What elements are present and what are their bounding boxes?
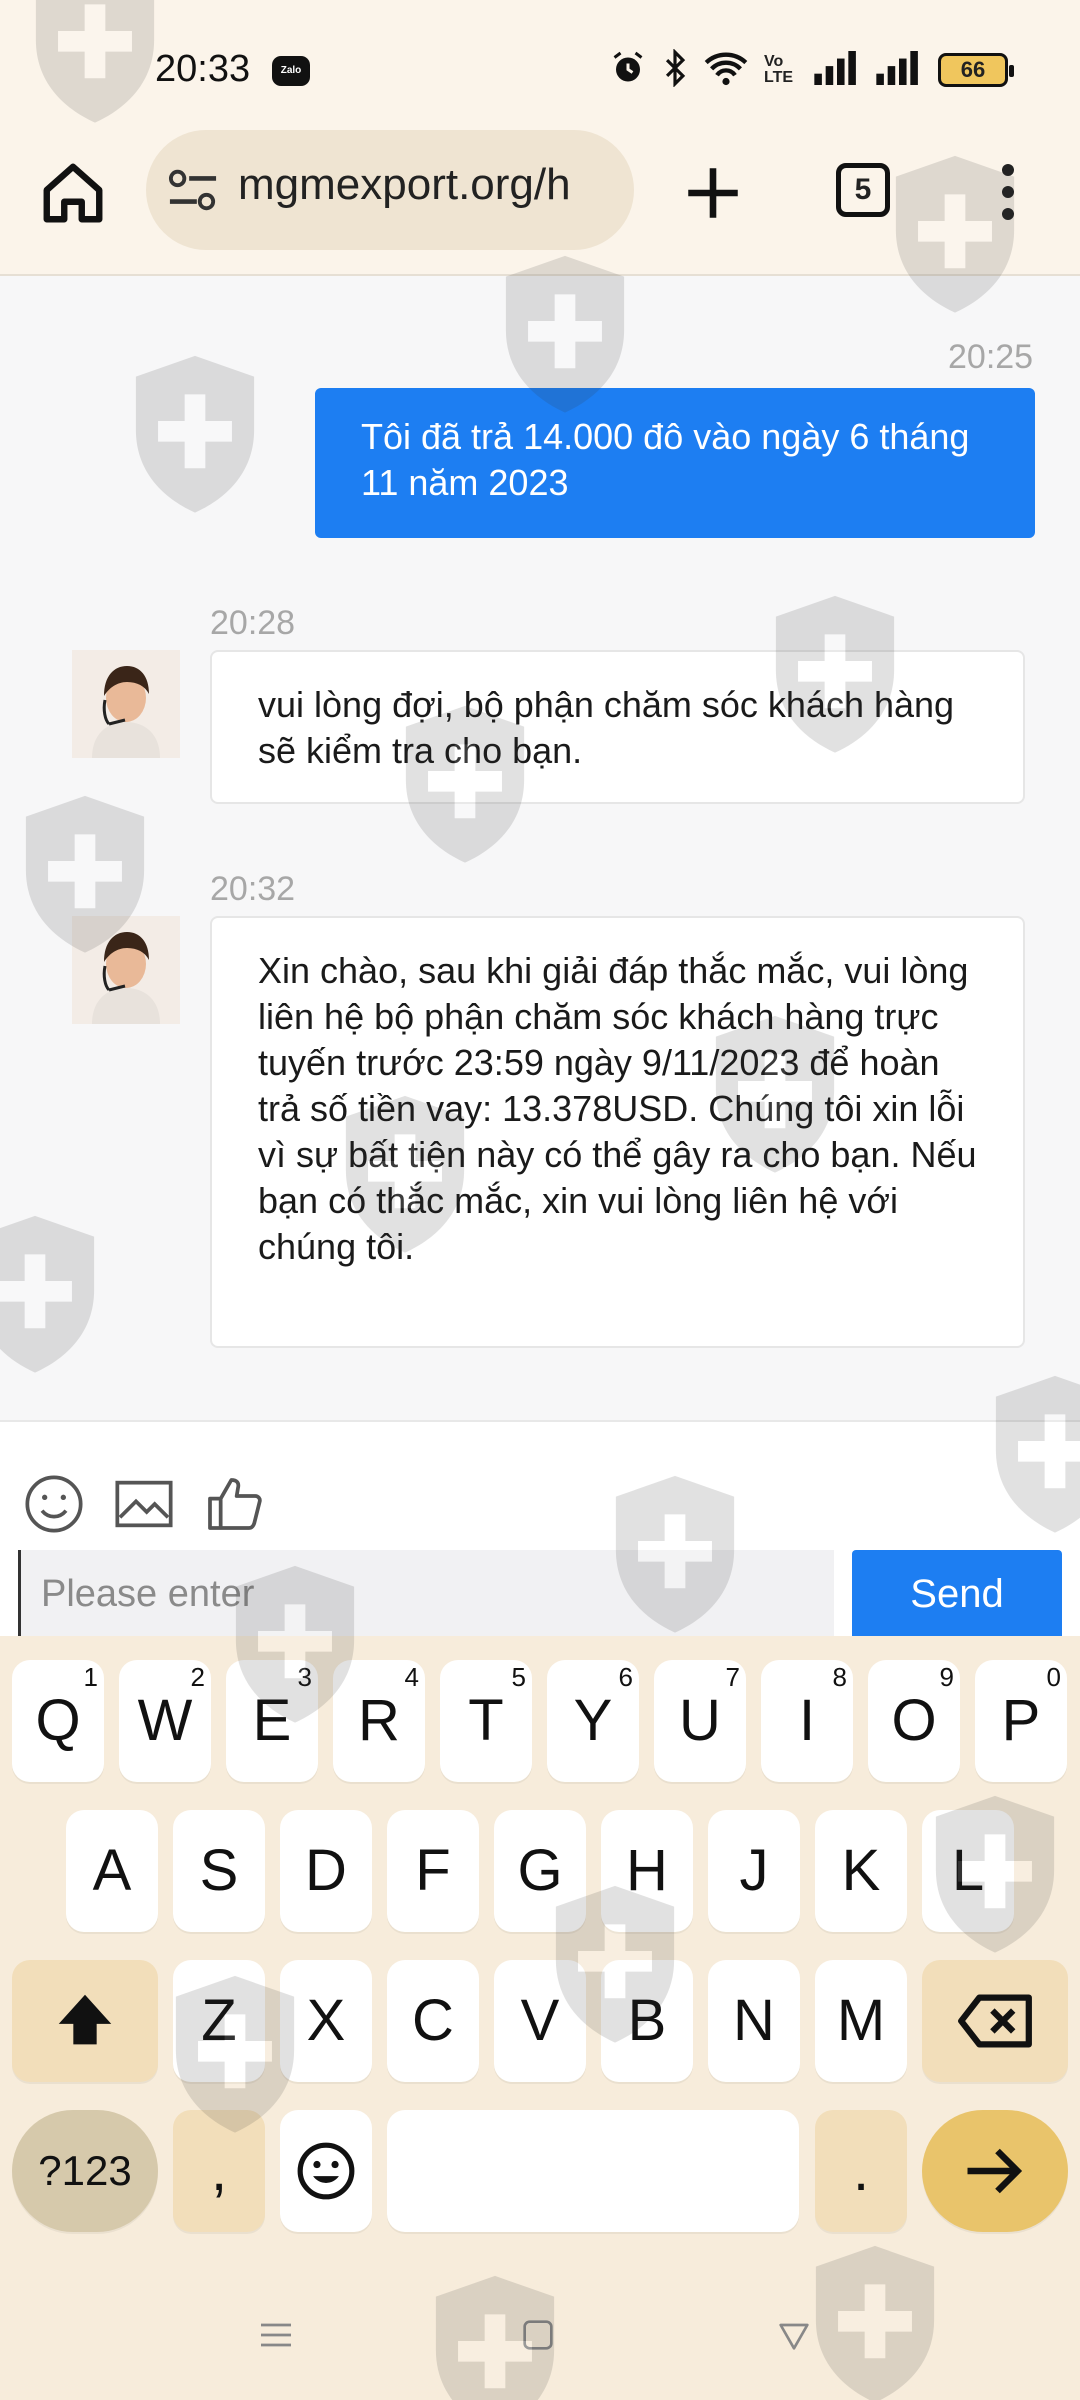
- key-d[interactable]: D: [280, 1810, 372, 1932]
- incoming-message: Xin chào, sau khi giải đáp thắc mắc, vui…: [210, 916, 1025, 1348]
- key-f[interactable]: F: [387, 1810, 479, 1932]
- site-settings-icon[interactable]: [168, 168, 218, 212]
- wifi-icon: [704, 50, 748, 91]
- key-r[interactable]: R4: [333, 1660, 425, 1782]
- thumbs-up-icon[interactable]: [202, 1472, 266, 1536]
- battery-icon: 66: [938, 53, 1014, 87]
- key-g[interactable]: G: [494, 1810, 586, 1932]
- agent-avatar: [72, 916, 180, 1024]
- key-n[interactable]: N: [708, 1960, 800, 2082]
- space-key[interactable]: [387, 2110, 799, 2232]
- message-time: 20:25: [948, 338, 1034, 376]
- incoming-message: vui lòng đợi, bộ phận chăm sóc khách hàn…: [210, 650, 1025, 804]
- key-z[interactable]: Z: [173, 1960, 265, 2082]
- key-w[interactable]: W2: [119, 1660, 211, 1782]
- key-i[interactable]: I8: [761, 1660, 853, 1782]
- send-button[interactable]: Send: [852, 1550, 1062, 1638]
- key-k[interactable]: K: [815, 1810, 907, 1932]
- key-u[interactable]: U7: [654, 1660, 746, 1782]
- backspace-key[interactable]: [922, 1960, 1068, 2082]
- new-tab-icon[interactable]: [680, 160, 746, 226]
- key-b[interactable]: B: [601, 1960, 693, 2082]
- key-h[interactable]: H: [601, 1810, 693, 1932]
- key-q[interactable]: Q1: [12, 1660, 104, 1782]
- message-time: 20:28: [210, 604, 296, 642]
- key-t[interactable]: T5: [440, 1660, 532, 1782]
- shift-key[interactable]: [12, 1960, 158, 2082]
- bluetooth-icon: [662, 47, 688, 92]
- key-m[interactable]: M: [815, 1960, 907, 2082]
- system-nav-bar: [0, 2290, 1080, 2400]
- message-composer: Send: [0, 1420, 1080, 1638]
- address-bar[interactable]: mgmexport.org/h: [146, 130, 634, 250]
- key-e[interactable]: E3: [226, 1660, 318, 1782]
- symbols-key[interactable]: ?123: [12, 2110, 158, 2232]
- message-input[interactable]: [18, 1550, 834, 1638]
- key-l[interactable]: L: [922, 1810, 1014, 1932]
- more-options-icon[interactable]: [990, 160, 1026, 230]
- key-o[interactable]: O9: [868, 1660, 960, 1782]
- menu-icon[interactable]: [256, 2312, 296, 2367]
- chat-area[interactable]: 20:25 Tôi đã trả 14.000 đô vào ngày 6 th…: [0, 278, 1080, 1420]
- emoji-icon: [297, 2142, 355, 2200]
- message-time: 20:32: [210, 870, 296, 908]
- enter-key[interactable]: [922, 2110, 1068, 2232]
- period-key[interactable]: .: [815, 2110, 907, 2232]
- zalo-notification-icon: Zalo: [272, 56, 310, 86]
- status-icons: Vo LTE 66: [610, 47, 1014, 92]
- volte-icon: Vo LTE: [764, 53, 794, 86]
- key-s[interactable]: S: [173, 1810, 265, 1932]
- status-time: 20:33: [155, 48, 251, 90]
- key-y[interactable]: Y6: [547, 1660, 639, 1782]
- tab-switcher-button[interactable]: 5: [836, 163, 890, 217]
- url-text[interactable]: mgmexport.org/h: [238, 160, 618, 210]
- key-x[interactable]: X: [280, 1960, 372, 2082]
- image-icon[interactable]: [112, 1472, 176, 1536]
- alarm-icon: [610, 50, 646, 91]
- home-icon[interactable]: [38, 158, 108, 228]
- shift-icon: [58, 1994, 112, 2045]
- arrow-right-icon: [967, 2148, 1023, 2194]
- key-a[interactable]: A: [66, 1810, 158, 1932]
- signal-icon: [814, 50, 860, 90]
- signal-icon: [876, 50, 922, 90]
- comma-key[interactable]: ,: [173, 2110, 265, 2232]
- agent-avatar: [72, 650, 180, 758]
- home-nav-icon[interactable]: [518, 2312, 558, 2367]
- keyboard: Q1 W2 E3 R4 T5 Y6 U7 I8 O9 P0 A S D F G …: [0, 1636, 1080, 2290]
- browser-toolbar: mgmexport.org/h 5: [0, 130, 1080, 276]
- key-j[interactable]: J: [708, 1810, 800, 1932]
- emoji-key[interactable]: [280, 2110, 372, 2232]
- emoji-icon[interactable]: [22, 1472, 86, 1536]
- key-c[interactable]: C: [387, 1960, 479, 2082]
- status-bar: 20:33 Zalo Vo LTE 66: [0, 0, 1080, 130]
- back-icon[interactable]: [774, 2312, 814, 2367]
- backspace-icon: [958, 1994, 1032, 2048]
- outgoing-message: Tôi đã trả 14.000 đô vào ngày 6 tháng 11…: [315, 388, 1035, 538]
- key-v[interactable]: V: [494, 1960, 586, 2082]
- key-p[interactable]: P0: [975, 1660, 1067, 1782]
